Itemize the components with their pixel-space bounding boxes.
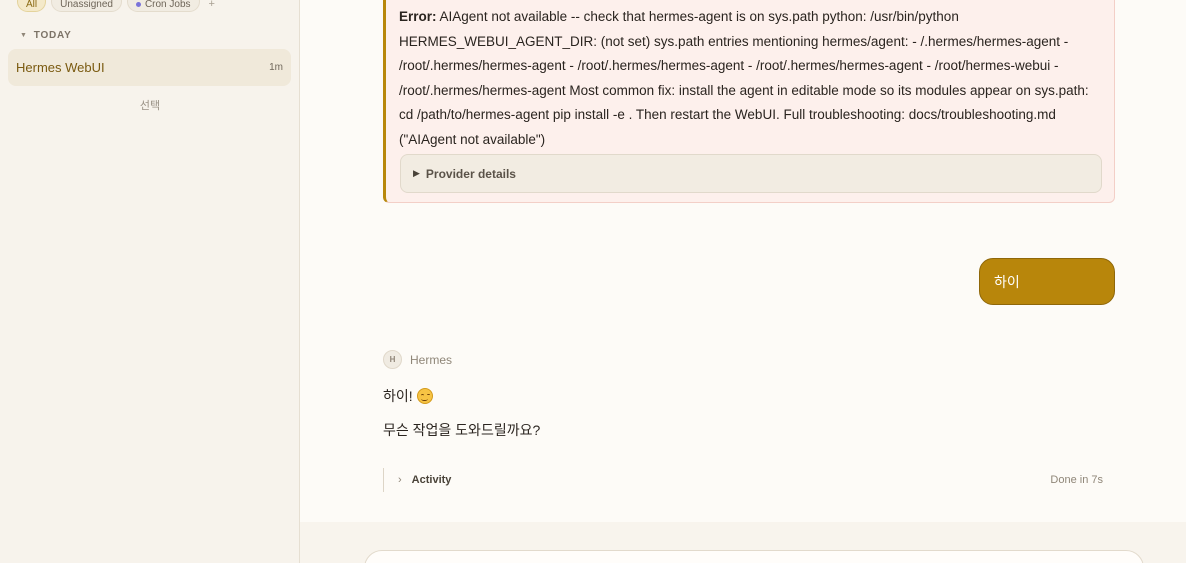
error-text: Error: AIAgent not available -- check th… <box>399 5 1100 152</box>
provider-details-label: Provider details <box>425 166 516 181</box>
assistant-message-line: 무슨 작업을 도와드릴까요? <box>383 420 540 440</box>
cron-dot-icon <box>135 2 141 7</box>
filter-chip-unassigned[interactable]: Unassigned <box>51 0 122 12</box>
chevron-right-icon: › <box>398 474 402 486</box>
error-message: AIAgent not available -- check that herm… <box>399 9 1089 147</box>
assistant-header: H Hermes <box>383 350 452 369</box>
activity-status: Done in 7s <box>1050 474 1103 486</box>
filter-chip-label: Unassigned <box>60 0 113 10</box>
provider-details-toggle[interactable]: ▶ Provider details <box>400 154 1102 193</box>
avatar: H <box>383 350 402 369</box>
session-title: Hermes WebUI <box>16 60 105 75</box>
user-message-bubble: 하이 <box>979 258 1115 305</box>
session-item[interactable]: Hermes WebUI 1m <box>8 49 291 86</box>
session-filter-row: All Unassigned Cron Jobs + <box>17 0 215 12</box>
message-input[interactable] <box>364 550 1144 563</box>
add-filter-button[interactable]: + <box>209 0 215 10</box>
assistant-question: 무슨 작업을 도와드릴까요? <box>383 422 541 438</box>
triangle-right-icon: ▶ <box>413 168 420 178</box>
session-time: 1m <box>269 62 283 73</box>
filter-chip-cron-jobs[interactable]: Cron Jobs <box>126 0 200 12</box>
select-button[interactable]: 선택 <box>0 97 300 113</box>
assistant-message-line: 하이! <box>383 386 433 406</box>
activity-label: Activity <box>411 474 452 486</box>
assistant-name: Hermes <box>410 352 453 367</box>
activity-toggle[interactable]: › Activity Done in 7s <box>383 468 1103 492</box>
filter-chip-all[interactable]: All <box>17 0 47 12</box>
chat-main: Error: AIAgent not available -- check th… <box>300 0 1186 563</box>
section-header-today[interactable]: ▼ TODAY <box>20 30 72 41</box>
filter-chip-label: All <box>26 0 38 10</box>
error-card: Error: AIAgent not available -- check th… <box>383 0 1115 203</box>
user-message-text: 하이 <box>994 273 1020 290</box>
filter-chip-label: Cron Jobs <box>144 0 191 10</box>
error-prefix: Error: <box>399 9 437 24</box>
sidebar: All Unassigned Cron Jobs + ▼ TODAY Herme… <box>0 0 300 563</box>
smiling-face-icon <box>416 388 433 404</box>
section-label: TODAY <box>33 30 72 41</box>
caret-down-icon: ▼ <box>20 32 28 39</box>
assistant-greeting: 하이! <box>383 388 413 404</box>
